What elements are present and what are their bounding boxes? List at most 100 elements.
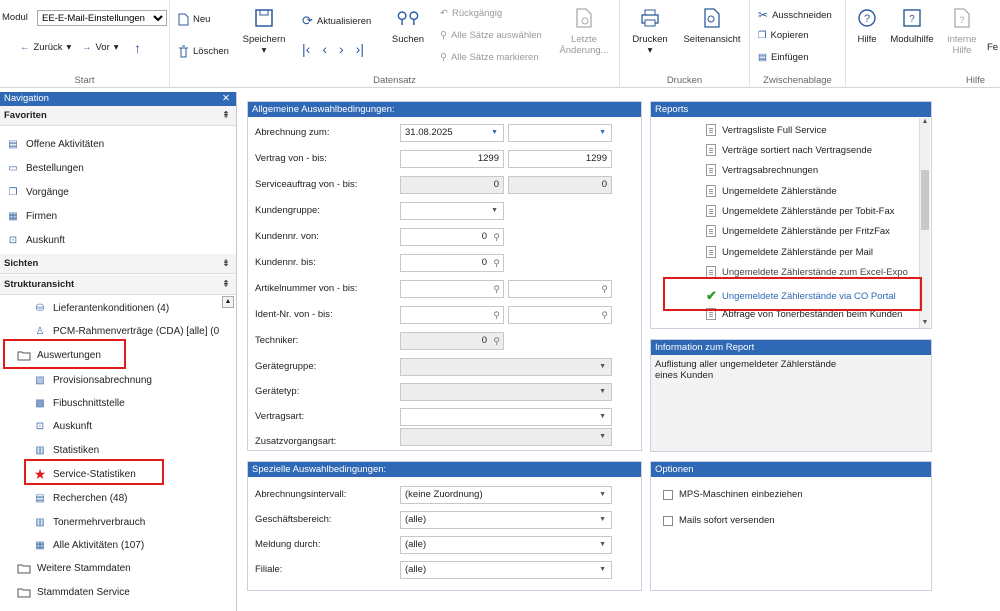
filiale-select[interactable]: (alle) ▼ (400, 561, 612, 579)
binoculars-icon[interactable]: ⚲ (493, 307, 500, 323)
letzte-aenderung-button[interactable]: Letzte Änderung... (558, 6, 610, 56)
section-sichten[interactable]: Sichten ⇟ (0, 254, 236, 274)
kundennr-von-input[interactable]: 0 ⚲ (400, 228, 504, 246)
nav-item-auskunft[interactable]: ⊡ Auskunft (6, 233, 65, 247)
binoculars-icon[interactable]: ⚲ (493, 333, 500, 349)
rueckgaengig-button[interactable]: ↶ Rückgängig (440, 8, 502, 19)
serviceauftrag-von-input[interactable]: 0 (400, 176, 504, 194)
copy-icon: ❐ (758, 30, 767, 41)
forward-button[interactable]: → Vor ▾ (82, 42, 119, 53)
nav-item-offene-aktivitaeten[interactable]: ▤ Offene Aktivitäten (6, 137, 104, 151)
modulhilfe-button[interactable]: ? Modulhilfe (886, 6, 938, 45)
artikelnummer-bis-input[interactable]: ⚲ (508, 280, 612, 298)
prev-record-icon[interactable]: ‹ (322, 41, 327, 57)
panel-title: Information zum Report (651, 340, 931, 355)
neu-button[interactable]: Neu (178, 13, 210, 26)
nav-item-recherchen[interactable]: ▤ Recherchen (48) (33, 491, 127, 505)
alle-auswaehlen-button[interactable]: ⚲ Alle Sätze auswählen (440, 30, 542, 41)
nav-item-provisionsabrechnung[interactable]: ▧ Provisionsabrechnung (33, 373, 152, 387)
report-item[interactable]: Ungemeldete Zählerstände per FritzFax (706, 225, 890, 237)
back-button[interactable]: ← Zurück ▾ (20, 42, 71, 53)
report-item[interactable]: Ungemeldete Zählerstände per Tobit-Fax (706, 205, 895, 217)
nav-item-alle-aktivitaeten[interactable]: ▦ Alle Aktivitäten (107) (33, 538, 144, 552)
seitenansicht-button[interactable]: Seitenansicht (678, 6, 746, 45)
binoculars-icon[interactable]: ⚲ (493, 255, 500, 271)
nav-item-fibuschnittstelle[interactable]: ▩ Fibuschnittstelle (33, 396, 124, 410)
label-kundennr-von: Kundennr. von: (255, 231, 319, 242)
nav-item-firmen[interactable]: ▦ Firmen (6, 209, 57, 223)
up-button[interactable]: ↑ (134, 40, 141, 56)
binoculars-icon[interactable]: ⚲ (493, 229, 500, 245)
arrow-left-icon: ← (20, 42, 30, 53)
abrechnung-date-picker[interactable]: 31.08.2025 ▼ (400, 124, 504, 142)
report-item[interactable]: Verträge sortiert nach Vertragsende (706, 144, 872, 156)
scroll-up-icon[interactable]: ▲ (920, 118, 930, 125)
techniker-input[interactable]: 0 ⚲ (400, 332, 504, 350)
collapse-icon[interactable]: ⇞ (222, 106, 230, 126)
geschaeftsbereich-select[interactable]: (alle) ▼ (400, 511, 612, 529)
module-select[interactable]: EE-E-Mail-Einstellungen (37, 10, 167, 26)
kundengruppe-select[interactable]: ▼ (400, 202, 504, 220)
section-favoriten[interactable]: Favoriten ⇞ (0, 106, 236, 126)
binoculars-icon[interactable]: ⚲ (601, 281, 608, 297)
expand-icon[interactable]: ⇟ (222, 254, 230, 274)
report-item[interactable]: Ungemeldete Zählerstände per Mail (706, 246, 873, 258)
kopieren-button[interactable]: ❐ Kopieren (758, 30, 809, 41)
loeschen-button[interactable]: Löschen (178, 45, 229, 58)
mps-maschinen-checkbox[interactable]: MPS-Maschinen einbeziehen (663, 489, 803, 500)
geraetetyp-select[interactable]: ▼ (400, 383, 612, 401)
zusatzvorgangsart-select[interactable]: ▼ (400, 428, 612, 446)
mails-sofort-checkbox[interactable]: Mails sofort versenden (663, 515, 775, 526)
last-record-icon[interactable]: ›| (356, 41, 364, 57)
nav-item-lieferantenkonditionen[interactable]: ⛁ Lieferantenkonditionen (4) (33, 301, 169, 315)
vertragsart-select[interactable]: ▼ (400, 408, 612, 426)
fe-button[interactable]: Fe (987, 42, 998, 53)
scroll-down-icon[interactable]: ▼ (920, 319, 930, 326)
artikelnummer-von-input[interactable]: ⚲ (400, 280, 504, 298)
ident-nr-bis-input[interactable]: ⚲ (508, 306, 612, 324)
geraetegruppe-select[interactable]: ▼ (400, 358, 612, 376)
report-item[interactable]: Vertragsabrechnungen (706, 164, 818, 176)
chevron-down-icon: ▼ (491, 129, 498, 136)
abrechnungsintervall-select[interactable]: (keine Zuordnung) ▼ (400, 486, 612, 504)
scrollbar-thumb[interactable] (921, 170, 929, 230)
abrechnung-secondary-select[interactable]: ▼ (508, 124, 612, 142)
nav-item-tonermehrverbrauch[interactable]: ▥ Tonermehrverbrauch (33, 515, 145, 529)
aktualisieren-button[interactable]: ⟳ Aktualisieren (302, 13, 371, 29)
nav-item-bestellungen[interactable]: ▭ Bestellungen (6, 161, 84, 175)
checkbox-box[interactable] (663, 515, 673, 526)
hilfe-button[interactable]: ? Hilfe (852, 6, 882, 45)
nav-item-vorgaenge[interactable]: ❐ Vorgänge (6, 185, 69, 199)
vertrag-von-input[interactable]: 1299 (400, 150, 504, 168)
suchen-button[interactable]: ⚲⚲ Suchen (390, 6, 426, 45)
vertrag-bis-input[interactable]: 1299 (508, 150, 612, 168)
report-item[interactable]: Ungemeldete Zählerstände (706, 185, 837, 197)
label-vertragsart: Vertragsart: (255, 411, 305, 422)
close-icon[interactable]: ✕ (222, 92, 230, 106)
drucken-button[interactable]: Drucken ▾ (628, 6, 672, 56)
serviceauftrag-bis-input[interactable]: 0 (508, 176, 612, 194)
kundennr-bis-input[interactable]: 0 ⚲ (400, 254, 504, 272)
chevron-down-icon: ▼ (599, 491, 606, 498)
nav-folder-weitere-stammdaten[interactable]: Weitere Stammdaten (17, 561, 131, 575)
alle-markieren-button[interactable]: ⚲ Alle Sätze markieren (440, 52, 539, 63)
ausschneiden-button[interactable]: ✂ Ausschneiden (758, 8, 832, 22)
binoculars-icon[interactable]: ⚲ (493, 281, 500, 297)
nav-folder-stammdaten-service[interactable]: Stammdaten Service (17, 585, 130, 599)
section-strukturansicht[interactable]: Strukturansicht ⇞ (0, 275, 236, 295)
nav-item-auskunft-sub[interactable]: ⊡ Auskunft (33, 419, 92, 433)
report-item[interactable]: Vertragsliste Full Service (706, 124, 827, 136)
nav-item-statistiken[interactable]: ▥ Statistiken (33, 443, 99, 457)
einfuegen-button[interactable]: ▤ Einfügen (758, 52, 809, 63)
collapse-icon[interactable]: ⇞ (222, 275, 230, 295)
first-record-icon[interactable]: |‹ (302, 41, 310, 57)
ident-nr-von-input[interactable]: ⚲ (400, 306, 504, 324)
nav-item-pcm-rahmenvertraege[interactable]: ♙ PCM-Rahmenverträge (CDA) [alle] (0 (33, 324, 220, 338)
speichern-button[interactable]: Speichern ▾ (243, 6, 285, 56)
meldung-durch-select[interactable]: (alle) ▼ (400, 536, 612, 554)
interne-hilfe-button[interactable]: ? interne Hilfe (942, 6, 982, 56)
scroll-up-button[interactable]: ▲ (222, 296, 234, 308)
checkbox-box[interactable] (663, 489, 673, 500)
binoculars-icon[interactable]: ⚲ (601, 307, 608, 323)
next-record-icon[interactable]: › (339, 41, 344, 57)
